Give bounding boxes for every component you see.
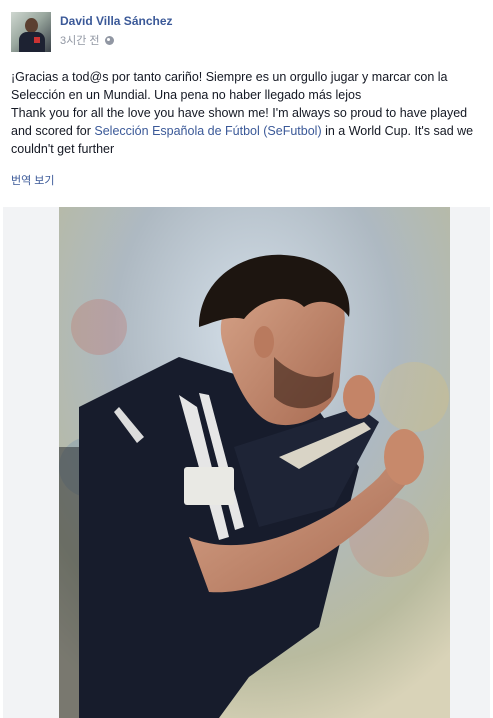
post-timestamp[interactable]: 3시간 전	[60, 32, 100, 48]
post-photo[interactable]	[59, 207, 450, 718]
post-text: ¡Gracias a tod@s por tanto cariño! Siemp…	[11, 68, 481, 158]
avatar-head	[25, 18, 38, 33]
player-kissing-jersey-image	[59, 207, 450, 718]
facebook-post: David Villa Sánchez 3시간 전 ¡Gracias a tod…	[0, 0, 493, 718]
globe-icon[interactable]	[104, 35, 114, 45]
photo-frame	[3, 207, 490, 718]
post-header: David Villa Sánchez 3시간 전	[11, 9, 481, 53]
sefutbol-link[interactable]: Selección Española de Fútbol (SeFutbol)	[94, 124, 321, 138]
author-avatar[interactable]	[11, 12, 51, 52]
see-translation-link[interactable]: 번역 보기	[11, 172, 55, 188]
post-text-spanish: ¡Gracias a tod@s por tanto cariño! Siemp…	[11, 70, 448, 102]
avatar-badge	[34, 37, 40, 43]
author-name[interactable]: David Villa Sánchez	[60, 14, 173, 28]
post-text-english: Thank you for all the love you have show…	[11, 104, 481, 158]
post-meta: 3시간 전	[60, 32, 114, 48]
avatar-body	[19, 32, 45, 52]
